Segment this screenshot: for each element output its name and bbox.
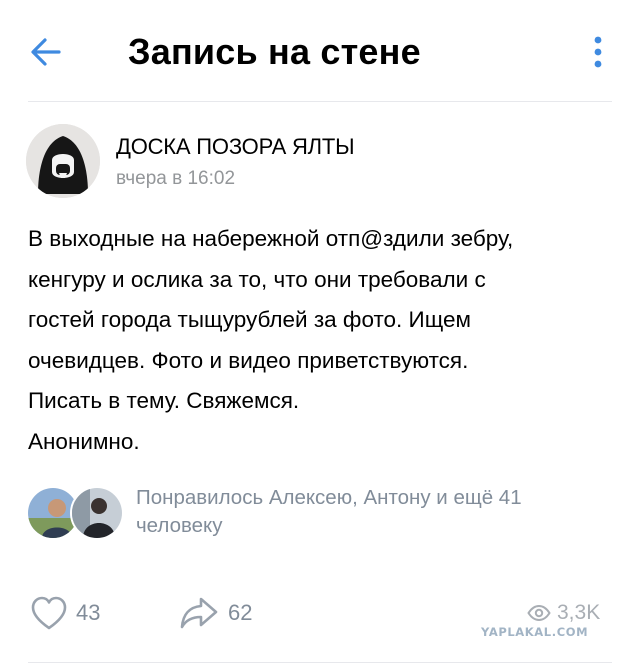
liker-avatar	[70, 486, 124, 540]
views-count: 3,3K	[557, 601, 601, 624]
like-count: 43	[76, 600, 101, 625]
hooded-mask-avatar-icon	[26, 124, 100, 198]
post-text-line: В выходные на набережной отп@здили зебру…	[28, 226, 514, 251]
watermark: YAPLAKAL.COM	[481, 625, 589, 639]
header-divider	[28, 101, 612, 102]
share-count: 62	[228, 600, 253, 625]
likes-summary[interactable]: Понравилось Алексею, Антону и ещё 41 чел…	[136, 484, 616, 540]
post-text-line: Писать в тему. Свяжемся.	[28, 388, 300, 413]
likes-summary-line: человеку	[136, 514, 223, 537]
views-counter: 3,3K	[527, 598, 600, 628]
post-text-line: очевидцев. Фото и видео приветствуются.	[28, 347, 469, 373]
liker-avatars[interactable]	[26, 486, 126, 540]
post-text-line: гостей города тыщурублей за фото. Ищем	[28, 307, 471, 332]
footer-divider	[28, 662, 612, 663]
post-time: вчера в 16:02	[116, 168, 236, 189]
author-name[interactable]: ДОСКА ПОЗОРА ЯЛТЫ	[116, 134, 355, 160]
post-text-line: кенгуру и ослика за то, что они требовал…	[28, 266, 486, 292]
share-button[interactable]: 62	[178, 593, 252, 633]
page-title: Запись на стене	[128, 31, 421, 72]
more-button[interactable]	[578, 28, 618, 76]
post-text-line: Анонимно.	[28, 428, 140, 454]
likes-summary-line: Понравилось Алексею, Антону и ещё 41	[136, 486, 522, 509]
back-button[interactable]	[22, 28, 70, 76]
author-avatar[interactable]	[26, 124, 100, 198]
person-photo-icon	[72, 488, 122, 538]
more-vertical-icon	[594, 36, 602, 68]
heart-icon	[31, 596, 67, 630]
post-text: В выходные на набережной отп@здили зебру…	[28, 219, 618, 462]
header: Запись на стене	[0, 0, 640, 100]
share-arrow-icon	[180, 597, 218, 629]
eye-icon	[527, 605, 551, 621]
arrow-left-icon	[31, 38, 61, 66]
like-button[interactable]: 43	[30, 593, 100, 633]
